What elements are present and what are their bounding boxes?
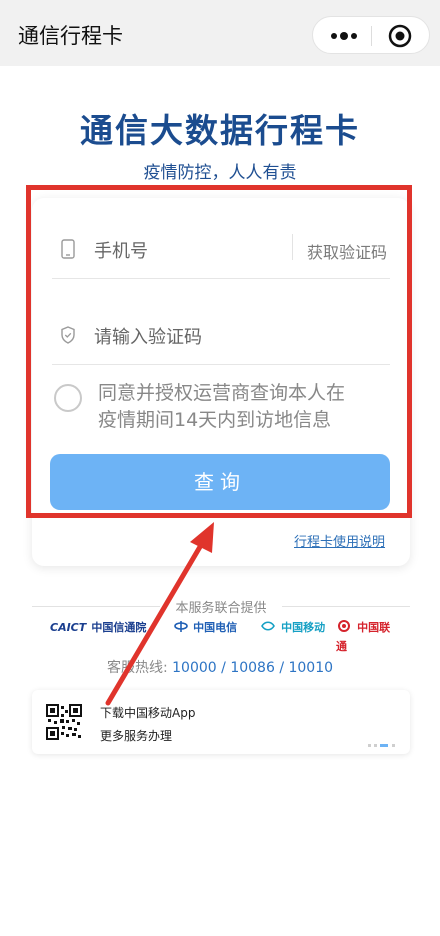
carousel-indicator (368, 744, 395, 747)
providers-label: 本服务联合提供 (175, 601, 267, 616)
hotline-number-telecom[interactable]: 10000 (172, 660, 217, 676)
divider-left (32, 606, 160, 607)
target-circle-icon[interactable] (388, 24, 412, 48)
hotline-number-mobile[interactable]: 10086 (230, 660, 275, 676)
shield-icon (61, 326, 75, 344)
query-button[interactable]: 查询 (50, 454, 390, 510)
capsule-divider (371, 26, 372, 46)
hotline-row: 客服热线: 10000 / 10086 / 10010 (0, 657, 440, 677)
china-telecom-logo: 中国电信 (174, 616, 237, 642)
caict-text: 中国信通院 (91, 621, 147, 634)
hotline-label: 客服热线: (106, 660, 168, 676)
china-unicom-icon (338, 620, 350, 632)
qr-code-icon (46, 704, 82, 740)
phone-input[interactable]: 手机号 (94, 237, 148, 263)
code-field[interactable]: 请输入验证码 (52, 308, 390, 365)
provider-logos: CAICT 中国信通院 中国电信 中国移动 中国联通 (50, 616, 400, 653)
consent-line-2: 疫情期间14天内到访地信息 (98, 409, 332, 431)
hotline-number-unicom[interactable]: 10010 (288, 660, 333, 676)
usage-guide-link[interactable]: 行程卡使用说明 (294, 531, 385, 550)
hotline-separator: / (221, 660, 226, 676)
china-mobile-icon (261, 621, 275, 631)
hotline-separator: / (279, 660, 285, 676)
mini-program-navbar: 通信行程卡 (0, 0, 440, 66)
get-code-button[interactable]: 获取验证码 (307, 239, 387, 263)
phone-field[interactable]: 手机号 获取验证码 (52, 222, 390, 279)
app-download-banner[interactable]: 下载中国移动App 更多服务办理 (32, 690, 410, 754)
navbar-title: 通信行程卡 (18, 24, 123, 48)
china-telecom-icon (174, 621, 188, 632)
page-subtitle: 疫情防控，人人有责 (143, 163, 297, 183)
consent-line-1: 同意并授权运营商查询本人在 (98, 382, 346, 404)
divider-right (282, 606, 410, 607)
china-mobile-logo: 中国移动 (260, 616, 325, 642)
caict-logo: CAICT 中国信通院 (50, 616, 146, 642)
china-unicom-logo: 中国联通 (336, 616, 400, 653)
consent-text: 同意并授权运营商查询本人在 疫情期间14天内到访地信息 (98, 380, 388, 434)
consent-radio[interactable] (54, 384, 82, 412)
china-telecom-text: 中国电信 (193, 621, 238, 634)
page-title: 通信大数据行程卡 (80, 111, 360, 150)
consent-row: 同意并授权运营商查询本人在 疫情期间14天内到访地信息 (52, 380, 390, 440)
code-input[interactable]: 请输入验证码 (94, 323, 202, 349)
china-mobile-text: 中国移动 (281, 621, 326, 634)
providers-divider: 本服务联合提供 (32, 597, 410, 617)
more-dots-icon[interactable] (329, 26, 359, 46)
field-divider (292, 234, 293, 260)
phone-icon (61, 239, 75, 259)
capsule-menu (312, 16, 430, 54)
banner-title: 下载中国移动App (100, 706, 196, 720)
caict-wordmark: CAICT (50, 621, 87, 634)
banner-subtitle: 更多服务办理 (100, 729, 173, 743)
